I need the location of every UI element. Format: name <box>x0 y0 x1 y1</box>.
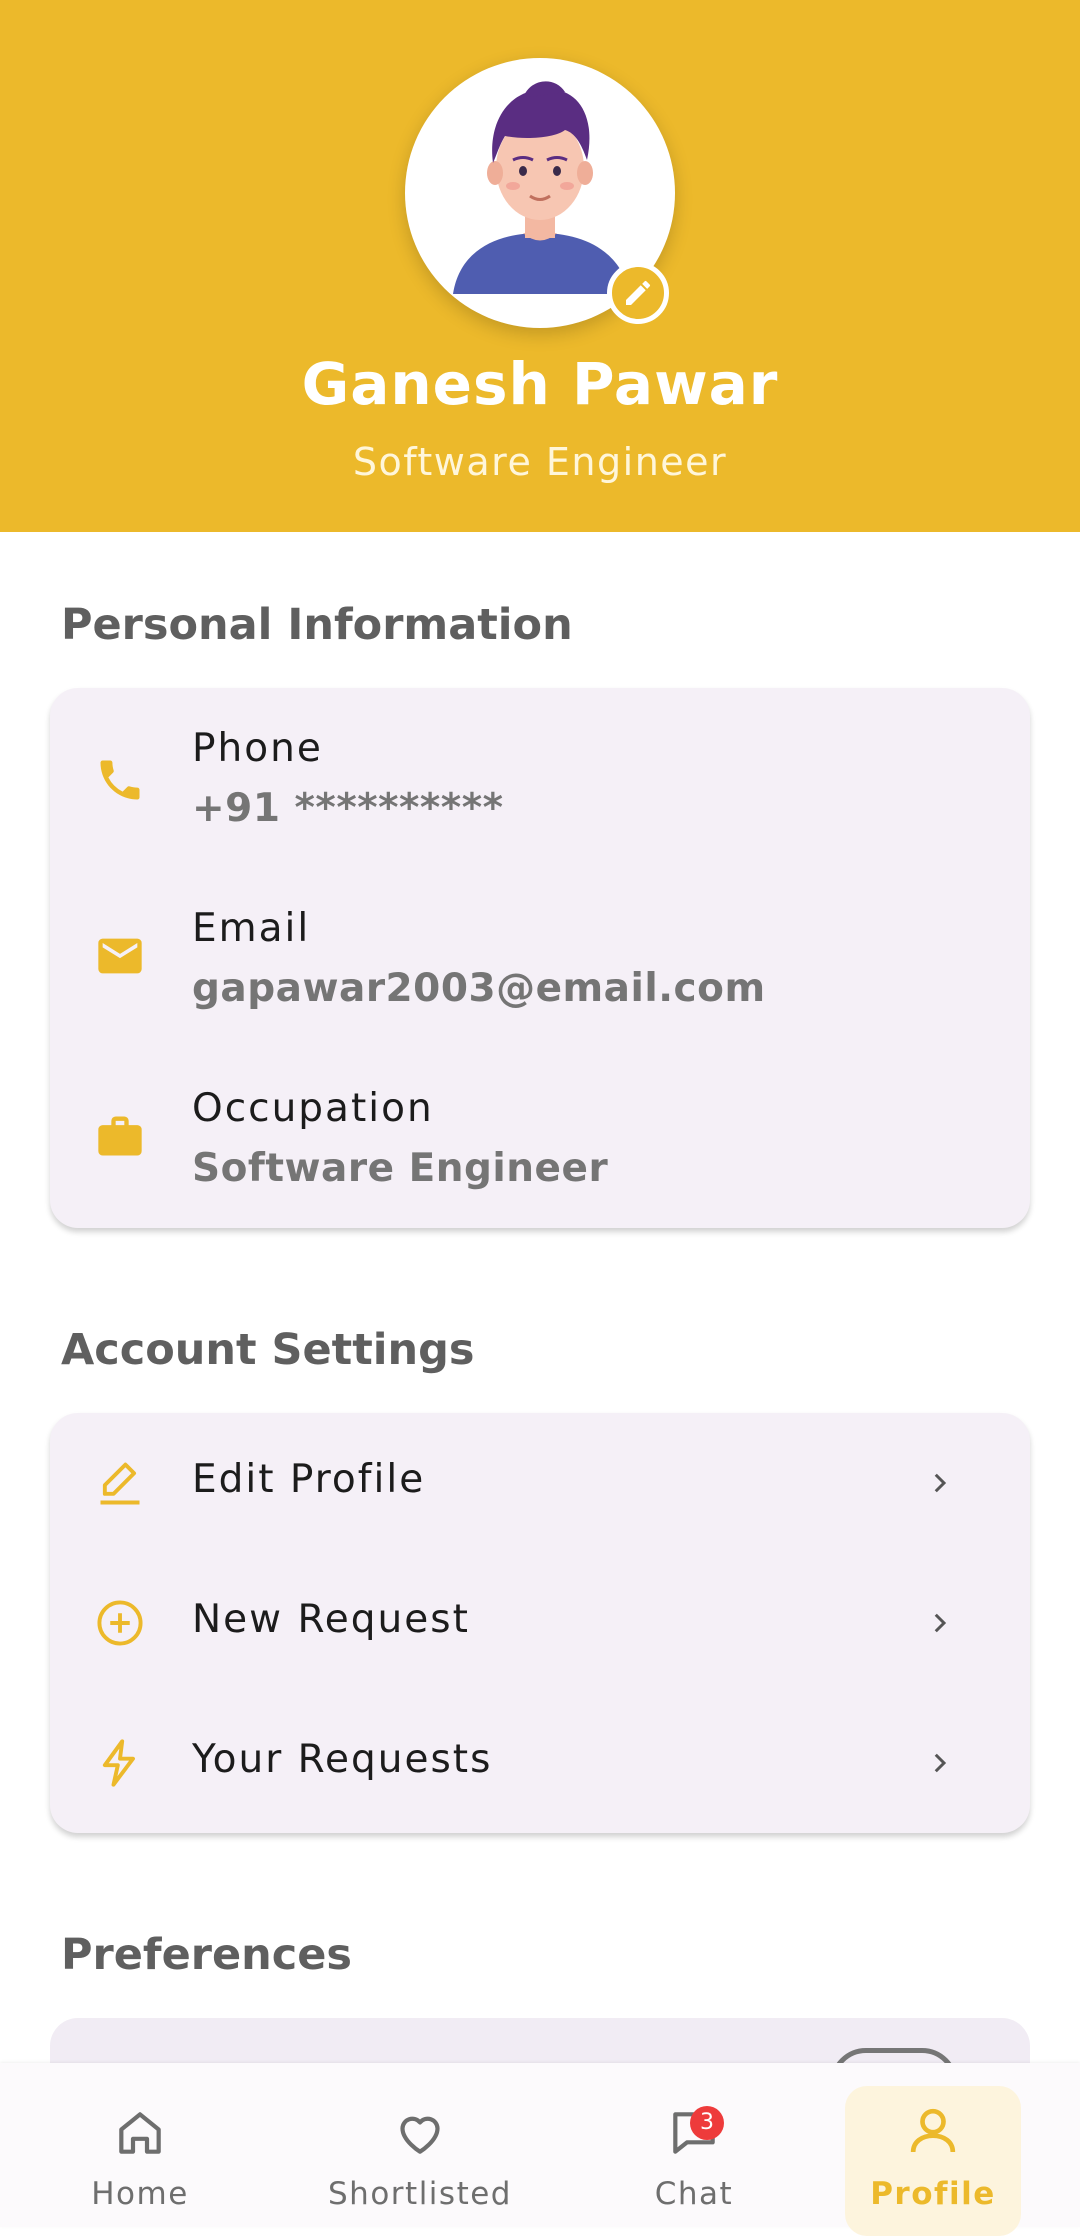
heart-icon <box>400 2116 440 2154</box>
nav-label-home: Home <box>91 2176 189 2212</box>
menu-item-your-requests[interactable]: Your Requests <box>50 1693 1030 1833</box>
nav-item-profile[interactable]: Profile <box>853 2063 1013 2227</box>
account-settings-card: Edit Profile New Request Your Requests <box>50 1413 1030 1833</box>
new-request-label: New Request <box>192 1597 470 1642</box>
briefcase-icon <box>98 1116 142 1156</box>
nav-item-chat[interactable]: Chat <box>614 2063 774 2227</box>
section-title-preferences: Preferences <box>61 1930 352 1980</box>
phone-icon <box>100 760 140 800</box>
lightning-icon <box>102 1739 135 1787</box>
chevron-right-icon <box>934 1753 947 1773</box>
email-value: gapawar2003@email.com <box>192 966 766 1011</box>
chevron-right-icon <box>934 1613 947 1633</box>
email-label: Email <box>192 906 311 951</box>
section-title-personal: Personal Information <box>61 600 573 650</box>
phone-value: +91 ********** <box>192 786 504 831</box>
home-icon <box>119 2112 161 2154</box>
edit-profile-label: Edit Profile <box>192 1457 426 1502</box>
chevron-right-icon <box>934 1473 947 1493</box>
info-row-phone[interactable]: Phone +91 ********** <box>50 688 1030 868</box>
nav-item-shortlisted[interactable]: Shortlisted <box>320 2063 520 2227</box>
nav-label-shortlisted: Shortlisted <box>328 2176 512 2212</box>
nav-item-home[interactable]: Home <box>60 2063 220 2227</box>
nav-label-profile: Profile <box>870 2176 996 2212</box>
menu-item-new-request[interactable]: New Request <box>50 1553 1030 1693</box>
person-icon <box>910 2108 956 2153</box>
pencil-icon <box>626 280 651 305</box>
menu-item-edit-profile[interactable]: Edit Profile <box>50 1413 1030 1553</box>
profile-occupation: Software Engineer <box>352 440 728 484</box>
chat-unread-badge: 3 <box>690 2106 724 2140</box>
phone-label: Phone <box>192 726 323 771</box>
your-requests-label: Your Requests <box>192 1737 493 1782</box>
info-row-occupation[interactable]: Occupation Software Engineer <box>50 1048 1030 1228</box>
occupation-label: Occupation <box>192 1086 434 1131</box>
email-icon <box>98 938 142 974</box>
section-title-account: Account Settings <box>61 1325 475 1375</box>
add-circle-icon <box>97 1600 143 1646</box>
bottom-navigation: Home Shortlisted Chat Profile <box>0 2063 1080 2236</box>
info-row-email[interactable]: Email gapawar2003@email.com <box>50 868 1030 1048</box>
edit-avatar-button[interactable] <box>607 262 669 324</box>
nav-label-chat: Chat <box>654 2176 734 2212</box>
occupation-value: Software Engineer <box>192 1146 609 1191</box>
edit-icon <box>100 1462 140 1505</box>
profile-name: Ganesh Pawar <box>301 350 779 418</box>
personal-info-card: Phone +91 ********** Email gapawar2003@e… <box>50 688 1030 1228</box>
profile-header: Ganesh Pawar Software Engineer <box>0 0 1080 532</box>
